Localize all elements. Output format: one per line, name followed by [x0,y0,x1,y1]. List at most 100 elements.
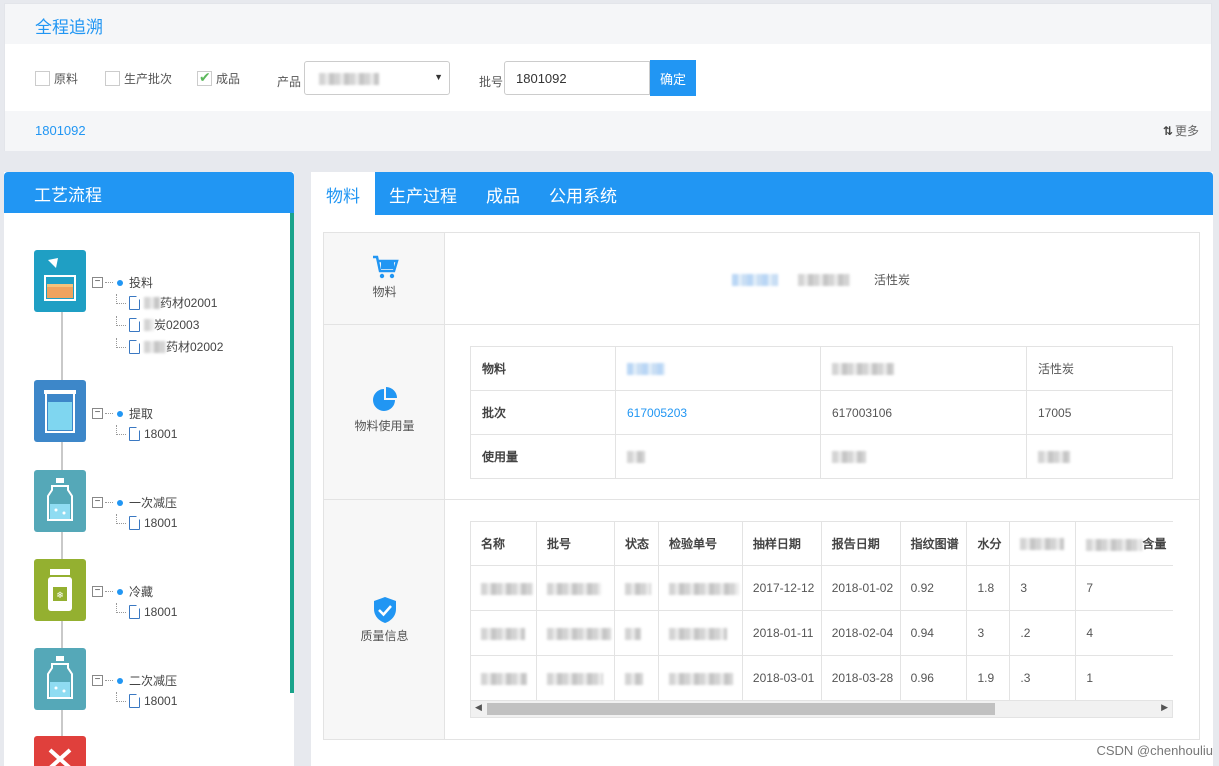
collapse-icon[interactable]: − [92,277,103,288]
document-icon [129,605,140,619]
tree-node-feeding[interactable]: − 投料 [92,274,153,291]
confirm-button[interactable]: 确定 [650,60,696,96]
checkbox-box[interactable] [105,71,120,86]
checkbox-production-batch[interactable]: 生产批次 [105,70,172,87]
tab-production-process[interactable]: 生产过程 [375,172,471,215]
table-cell: 2018-03-28 [820,655,901,701]
column-header: 检验单号 [657,521,743,566]
horizontal-scrollbar[interactable]: ◀ ▶ [470,700,1173,718]
product-label: 产品 [277,75,302,89]
table-cell [820,434,1027,479]
step-feeding-icon[interactable] [34,250,86,312]
document-icon [129,427,140,441]
collapse-icon[interactable]: − [92,408,103,419]
batch-link[interactable]: 617005203 [615,390,821,435]
tree-node-second-decompression[interactable]: − 二次减压 [92,672,177,689]
table-cell [615,434,821,479]
tree-node-extraction[interactable]: − 提取 [92,405,153,422]
tree-leaf[interactable]: 18001 [116,425,177,441]
checkbox-box-checked[interactable] [197,69,212,86]
collapse-icon[interactable]: − [92,586,103,597]
collapse-icon[interactable]: − [92,675,103,686]
tree-leaf[interactable]: 18001 [116,603,177,619]
table-cell: 3 [1009,565,1077,611]
section-materials: 物料 [324,253,445,300]
sort-icon: ⇅ [1162,124,1173,138]
table-cell: 17005 [1026,390,1173,435]
row-header: 使用量 [470,434,616,479]
checkbox-box[interactable] [35,71,50,86]
table-cell: 617003106 [820,390,1027,435]
step-reject-icon[interactable] [34,736,86,766]
node-dot-icon [117,410,123,417]
material-redacted [732,273,778,286]
table-cell [535,565,615,611]
table-cell: 0.94 [899,610,968,656]
step-first-decompression-icon[interactable] [34,470,86,532]
checkbox-raw-material[interactable]: 原料 [35,70,78,87]
result-batch-link[interactable]: 1801092 [35,123,86,138]
table-header-row: 名称 批号 状态 检验单号 抽样日期 报告日期 指纹图谱 水分 含量 [470,521,1173,566]
material-redacted [798,273,850,286]
table-cell: 2017-12-12 [741,565,822,611]
section-quality-info: 质量信息 [324,595,445,644]
table-cell: 7 [1075,565,1173,611]
tree-leaf[interactable]: 药材02001 [116,293,217,311]
batch-input[interactable] [504,61,650,95]
tab-materials[interactable]: 物料 [311,172,375,215]
product-select[interactable]: ▼ [304,61,450,95]
node-dot-icon [117,279,123,286]
tree-leaf[interactable]: 18001 [116,514,177,530]
column-header: 名称 [470,521,537,566]
scrollbar[interactable] [290,213,294,693]
table-cell [657,655,743,701]
collapse-icon[interactable]: − [92,497,103,508]
tree-leaf[interactable]: 药材02002 [116,337,223,355]
node-dot-icon [117,499,123,506]
trace-detail-panel: 物料 生产过程 成品 公用系统 物料 活性炭 物料使用量 物料 活性炭 批次 6… [311,172,1213,766]
document-icon [129,317,140,332]
table-row: 2017-12-12 2018-01-02 0.92 1.8 3 7 [470,565,1173,611]
material-item[interactable]: 活性炭 [874,271,910,288]
tree-node-first-decompression[interactable]: − 一次减压 [92,494,177,511]
scroll-right-icon[interactable]: ▶ [1161,702,1168,713]
more-toggle[interactable]: ⇅ 更多 [1163,122,1199,139]
step-refrigeration-icon[interactable]: ❄ [34,559,86,621]
process-flow-title: 工艺流程 [4,172,294,213]
tab-utility-system[interactable]: 公用系统 [535,172,631,215]
table-cell [657,565,743,611]
column-header: 报告日期 [820,521,901,566]
product-value-redacted [319,73,379,85]
tab-finished-product[interactable]: 成品 [471,172,535,215]
table-row: 物料 活性炭 [470,346,1173,391]
table-cell: 1.8 [966,565,1011,611]
table-cell [535,655,615,701]
table-cell: 2018-01-11 [741,610,822,656]
table-row: 批次 617005203 617003106 17005 [470,390,1173,435]
table-cell: 4 [1075,610,1173,656]
table-cell: 2018-02-04 [820,610,901,656]
document-icon [129,694,140,708]
node-dot-icon [117,677,123,684]
table-row: 2018-03-01 2018-03-28 0.96 1.9 .3 1 [470,655,1173,701]
checkbox-finished-product[interactable]: 成品 [197,69,240,87]
quality-table-scroll: 名称 批号 状态 检验单号 抽样日期 报告日期 指纹图谱 水分 含量 2017-… [470,521,1173,721]
scroll-thumb[interactable] [487,703,995,715]
tree-node-label: 冷藏 [129,585,154,599]
materials-content: 物料 活性炭 物料使用量 物料 活性炭 批次 617005203 6170031… [323,232,1200,740]
column-header: 状态 [613,521,659,566]
step-extraction-icon[interactable] [34,380,86,442]
tree-leaf-label: 18001 [144,694,178,708]
table-cell: .2 [1009,610,1077,656]
trace-filter-panel: 全程追溯 原料 生产批次 成品 产品 ▼ 批号 确定 1801092 ⇅更多 [4,3,1212,151]
table-cell: .3 [1009,655,1077,701]
tree-leaf[interactable]: 炭02003 [116,315,199,333]
node-dot-icon [117,588,123,595]
tree-leaf[interactable]: 18001 [116,692,178,708]
tree-node-refrigeration[interactable]: − 冷藏 [92,583,153,600]
scroll-left-icon[interactable]: ◀ [475,702,482,713]
table-cell [657,610,743,656]
section-sidebar [324,233,445,739]
step-second-decompression-icon[interactable] [34,648,86,710]
tree-node-label: 一次减压 [129,496,178,510]
